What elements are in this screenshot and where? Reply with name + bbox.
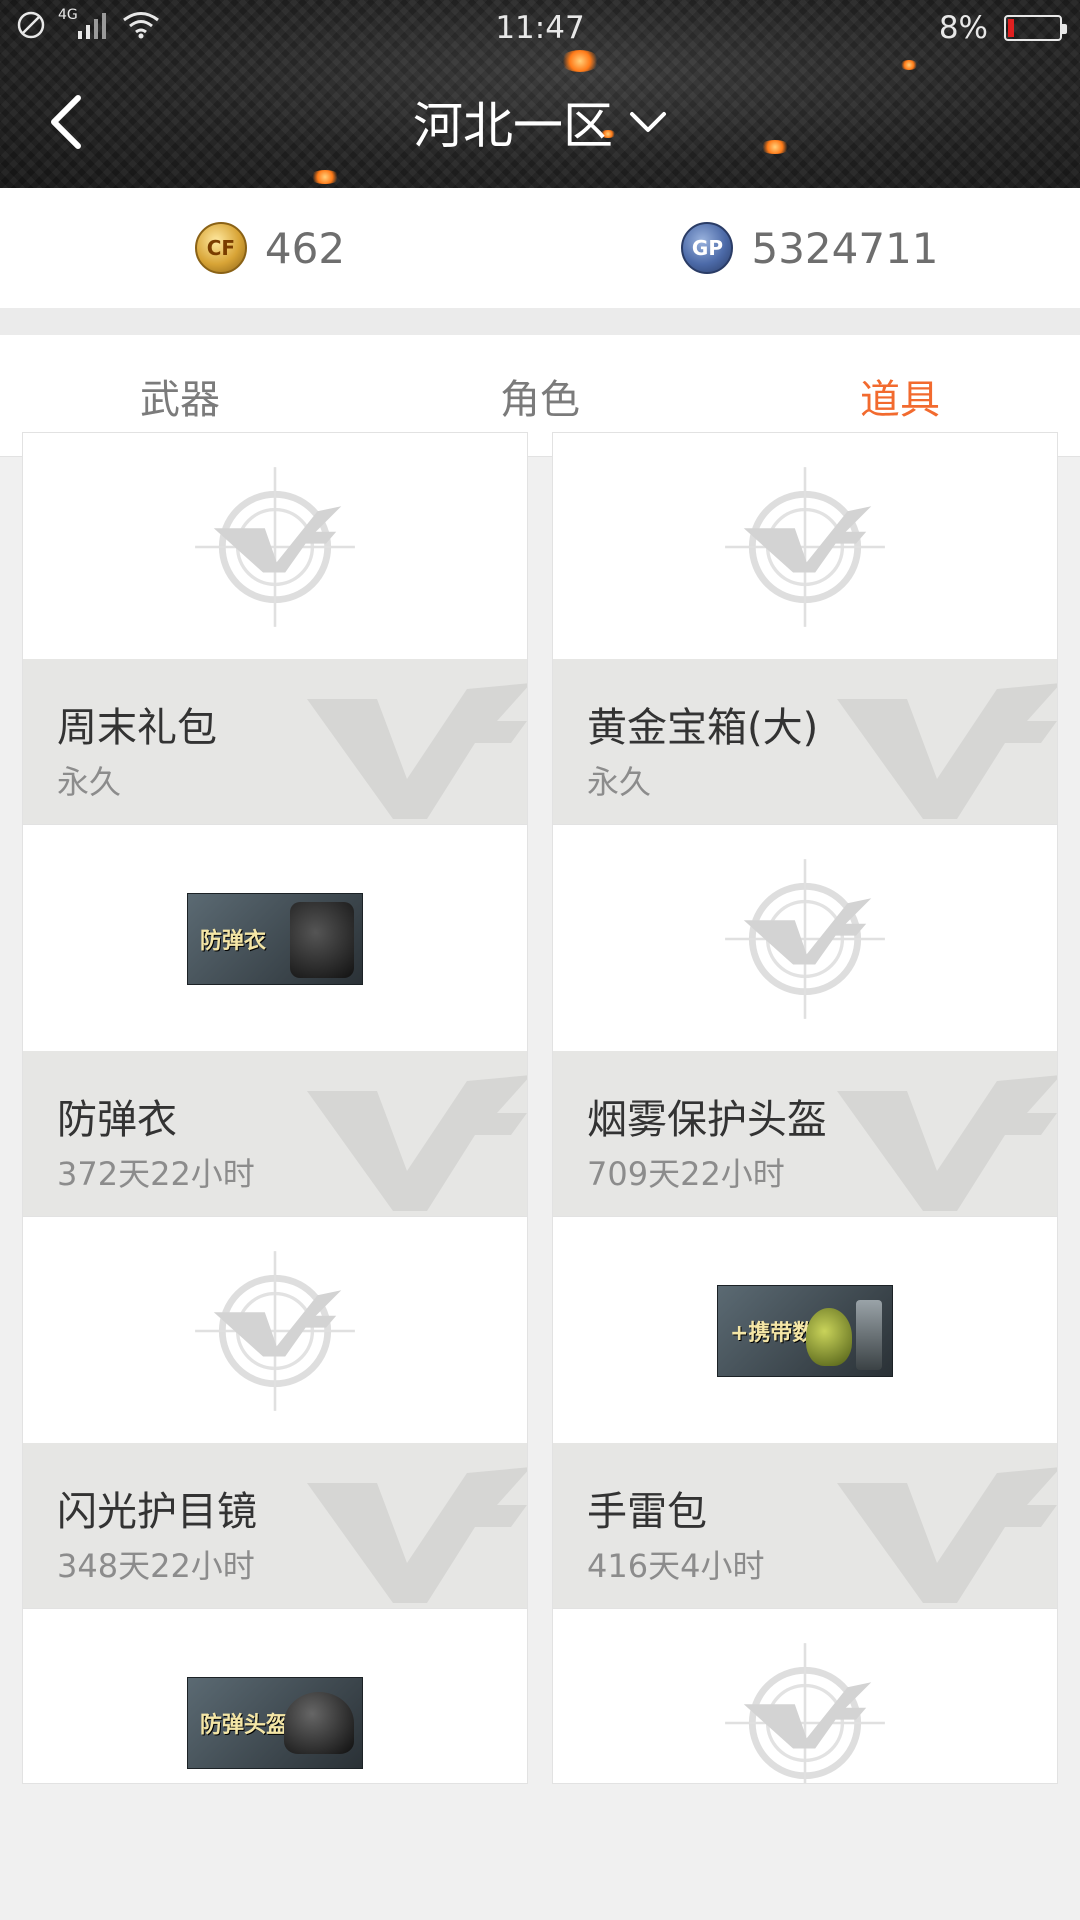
smoke-can-icon	[856, 1300, 882, 1370]
item-card[interactable]: 闪光护目镜 348天22小时	[22, 1216, 528, 1612]
item-thumbnail: 防弹头盔	[187, 1677, 363, 1769]
cf-logo-placeholder-icon	[195, 467, 355, 627]
cf-points-value: 462	[264, 223, 346, 273]
ember-decoration	[310, 170, 340, 184]
status-time: 11:47	[495, 10, 585, 46]
separator	[0, 308, 1080, 335]
item-name: 手雷包	[587, 1489, 707, 1535]
item-image	[553, 433, 1057, 661]
cf-logo-placeholder-icon	[725, 859, 885, 1019]
item-name: 防弹衣	[57, 1097, 177, 1143]
item-duration: 372天22小时	[57, 1155, 255, 1193]
item-image: 防弹头盔	[23, 1609, 527, 1783]
cf-logo-placeholder-icon	[725, 1643, 885, 1783]
gp-coin-icon: GP	[681, 222, 734, 274]
cf-watermark-icon	[307, 1467, 527, 1603]
item-card[interactable]: +携带数手雷包 416天4小时	[552, 1216, 1058, 1612]
item-card[interactable]: 周末礼包 永久	[22, 432, 528, 828]
currency-bar: CF 462 GP 5324711	[0, 188, 1080, 308]
item-grid: 周末礼包 永久 黄金宝箱(大) 永久 防弹衣 防弹衣 372天22小时 烟雾保护头盔 709…	[22, 432, 1058, 1784]
item-object-icon	[290, 902, 354, 978]
item-card[interactable]: 黄金宝箱(大) 永久	[552, 432, 1058, 828]
item-info: 黄金宝箱(大) 永久	[553, 659, 1057, 827]
cf-points-balance: CF 462	[0, 188, 540, 308]
server-title: 河北一区	[413, 97, 613, 155]
item-image	[553, 1609, 1057, 1783]
cf-watermark-icon	[307, 1075, 527, 1211]
item-name: 闪光护目镜	[57, 1489, 257, 1535]
item-image	[23, 433, 527, 661]
item-name: 周末礼包	[57, 705, 217, 751]
cf-logo-placeholder-icon	[725, 467, 885, 627]
item-card[interactable]: 防弹衣 防弹衣 372天22小时	[22, 824, 528, 1220]
item-info: 防弹衣 372天22小时	[23, 1051, 527, 1219]
item-image: +携带数	[553, 1217, 1057, 1445]
item-info: 手雷包 416天4小时	[553, 1443, 1057, 1611]
thumbnail-label: 防弹头盔	[200, 1713, 289, 1738]
chevron-down-icon	[630, 112, 666, 132]
cf-coin-icon: CF	[194, 222, 247, 274]
item-duration: 348天22小时	[57, 1547, 255, 1585]
item-object-icon	[284, 1692, 354, 1754]
status-icons-right: 8%	[938, 10, 1067, 46]
cf-logo-placeholder-icon	[195, 1251, 355, 1411]
item-image: 防弹衣	[23, 825, 527, 1053]
item-image	[553, 825, 1057, 1053]
item-duration: 709天22小时	[587, 1155, 785, 1193]
item-info: 闪光护目镜 348天22小时	[23, 1443, 527, 1611]
item-duration: 永久	[587, 763, 652, 801]
item-card[interactable]: 防弹头盔	[22, 1608, 528, 1784]
ember-decoration	[900, 60, 918, 70]
thumbnail-label: 防弹衣	[200, 929, 267, 954]
cf-watermark-icon	[837, 1467, 1057, 1603]
item-duration: 416天4小时	[587, 1547, 765, 1585]
gp-value: 5324711	[751, 223, 939, 273]
thumbnail-label: +携带数	[730, 1321, 815, 1346]
item-card[interactable]: 烟雾保护头盔 709天22小时	[552, 824, 1058, 1220]
cf-watermark-icon	[837, 683, 1057, 819]
header: 4G 11:47 8% 河北一区	[0, 0, 1080, 188]
item-name: 烟雾保护头盔	[587, 1097, 827, 1143]
item-thumbnail: +携带数	[717, 1285, 893, 1377]
battery-percent: 8%	[938, 10, 988, 46]
gp-balance: GP 5324711	[540, 188, 1080, 308]
item-info: 烟雾保护头盔 709天22小时	[553, 1051, 1057, 1219]
status-bar: 4G 11:47 8%	[0, 0, 1080, 56]
cf-watermark-icon	[837, 1075, 1057, 1211]
server-selector[interactable]: 河北一区	[0, 92, 1080, 155]
item-name: 黄金宝箱(大)	[587, 705, 819, 751]
item-card[interactable]	[552, 1608, 1058, 1784]
item-thumbnail: 防弹衣	[187, 893, 363, 985]
item-image	[23, 1217, 527, 1445]
item-info: 周末礼包 永久	[23, 659, 527, 827]
item-object-icon	[806, 1308, 852, 1366]
item-duration: 永久	[57, 763, 122, 801]
cf-watermark-icon	[307, 683, 527, 819]
battery-icon	[1004, 15, 1067, 41]
